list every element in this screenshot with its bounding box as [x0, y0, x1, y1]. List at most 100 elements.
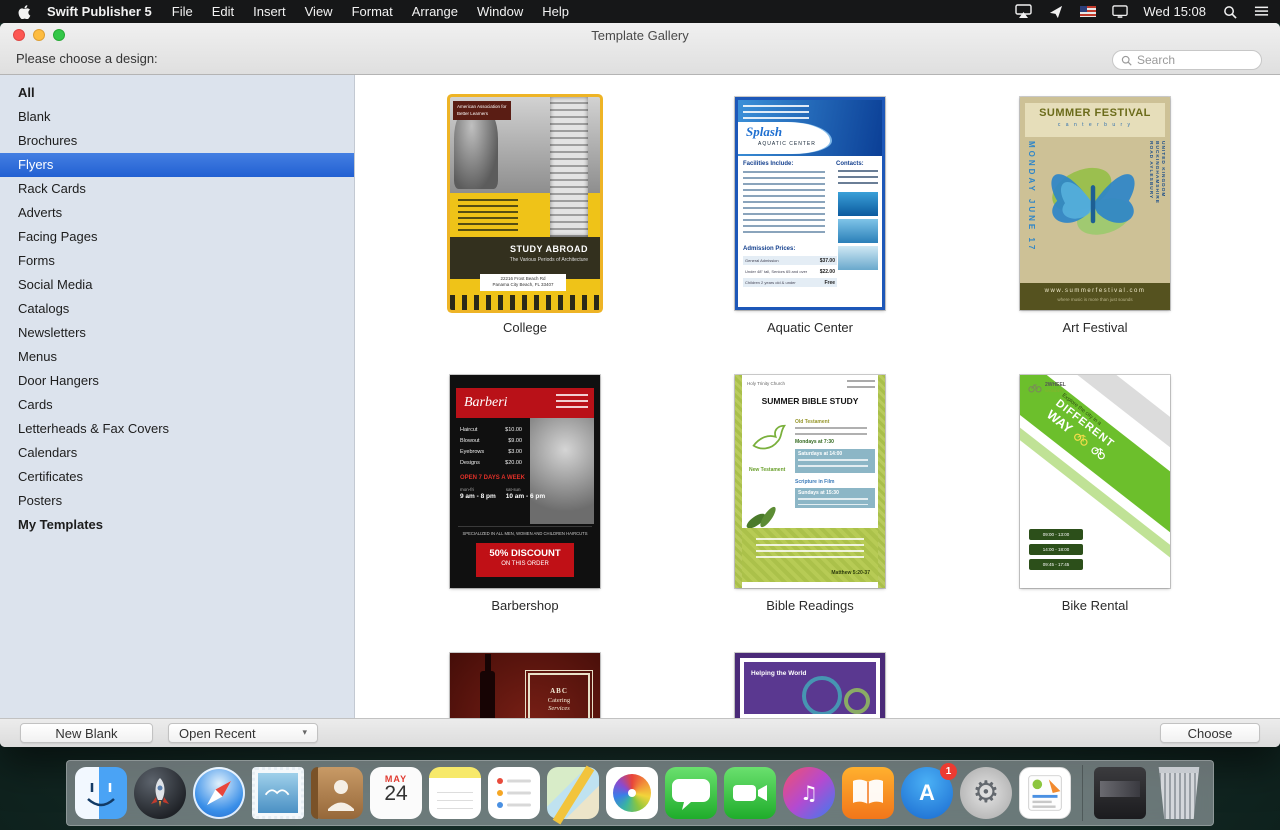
- choose-button[interactable]: Choose: [1160, 723, 1260, 743]
- dock-swift-publisher-icon[interactable]: [1019, 767, 1071, 819]
- aquatic-subtitle: AQUATIC CENTER: [758, 141, 830, 147]
- sidebar-item-menus[interactable]: Menus: [0, 345, 354, 369]
- admission-heading: Admission Prices:: [743, 246, 795, 252]
- menu-window[interactable]: Window: [477, 4, 523, 19]
- notification-badge: 1: [940, 763, 957, 780]
- menu-format[interactable]: Format: [352, 4, 393, 19]
- template-bike-rental[interactable]: Explore the city in a DIFFERENT WAY 2WHE…: [1020, 375, 1170, 613]
- art-location-vertical: ROAD AYLESBURY BUCKINGHAMSHIRE UNITED KI…: [1148, 141, 1165, 204]
- menu-file[interactable]: File: [172, 4, 193, 19]
- bike-thumbnail[interactable]: Explore the city in a DIFFERENT WAY 2WHE…: [1020, 375, 1170, 588]
- dock-maps-icon[interactable]: [547, 767, 599, 819]
- aquatic-thumbnail[interactable]: Splash AQUATIC CENTER Contacts: Faciliti…: [735, 97, 885, 310]
- sidebar-item-all[interactable]: All: [0, 81, 354, 105]
- template-bible-readings[interactable]: Holy Trinity Church SUMMER BIBLE STUDY O…: [735, 375, 885, 613]
- bike-logo: 2WHEEL WONDER: [1028, 382, 1066, 393]
- template-art-festival[interactable]: SUMMER FESTIVAL c a n t e r b u r y MOND…: [1020, 97, 1170, 335]
- notification-center-icon[interactable]: [1253, 4, 1270, 19]
- dock-calendar-icon[interactable]: MAY 24: [370, 767, 422, 819]
- helping-header: Helping the World: [744, 662, 876, 714]
- sidebar-item-rack-cards[interactable]: Rack Cards: [0, 177, 354, 201]
- menu-clock[interactable]: Wed 15:08: [1143, 4, 1206, 19]
- dock-system-preferences-icon[interactable]: ⚙: [960, 767, 1012, 819]
- sidebar-item-adverts[interactable]: Adverts: [0, 201, 354, 225]
- sidebar-item-my-templates[interactable]: My Templates: [0, 513, 354, 537]
- search-field[interactable]: [1112, 50, 1262, 70]
- facilities-text-lines: [743, 171, 825, 237]
- displays-icon[interactable]: [1111, 4, 1128, 19]
- sidebar-item-forms[interactable]: Forms: [0, 249, 354, 273]
- apple-menu-icon[interactable]: [18, 4, 33, 19]
- app-menu-title[interactable]: Swift Publisher 5: [47, 4, 152, 19]
- minimize-window-button[interactable]: [33, 29, 45, 41]
- menu-view[interactable]: View: [305, 4, 333, 19]
- sidebar-item-facing-pages[interactable]: Facing Pages: [0, 225, 354, 249]
- dock-finder-icon[interactable]: [75, 767, 127, 819]
- barber-brand: Barberi: [456, 388, 556, 418]
- bible-thumbnail[interactable]: Holy Trinity Church SUMMER BIBLE STUDY O…: [735, 375, 885, 588]
- sidebar-item-newsletters[interactable]: Newsletters: [0, 321, 354, 345]
- dock-postage-stamp-app-icon[interactable]: [252, 767, 304, 819]
- dock-messages-icon[interactable]: [665, 767, 717, 819]
- dock-reminders-icon[interactable]: [488, 767, 540, 819]
- sunday-box: Sundays at 15:30: [795, 488, 875, 508]
- sidebar-item-social-media[interactable]: Social Media: [0, 273, 354, 297]
- sidebar-item-certificates[interactable]: Certificates: [0, 465, 354, 489]
- menu-edit[interactable]: Edit: [212, 4, 234, 19]
- barber-tagline: SPECIALIZED IN ALL MEN, WOMEN AND CHILDR…: [453, 531, 597, 536]
- helping-thumbnail[interactable]: Helping the World: [735, 653, 885, 718]
- sidebar-item-calendars[interactable]: Calendars: [0, 441, 354, 465]
- template-catering[interactable]: ABC Catering Services: [450, 653, 600, 718]
- location-arrow-icon[interactable]: [1047, 4, 1064, 19]
- waterslide-photo: [838, 246, 878, 270]
- helping-title: Helping the World: [751, 670, 807, 677]
- menu-help[interactable]: Help: [542, 4, 569, 19]
- close-window-button[interactable]: [13, 29, 25, 41]
- search-input[interactable]: [1137, 53, 1253, 67]
- facilities-heading: Facilities Include:: [743, 161, 793, 167]
- airplay-icon[interactable]: [1015, 4, 1032, 19]
- barber-open-line: OPEN 7 DAYS A WEEK: [460, 475, 525, 481]
- keyboard-flag-icon[interactable]: [1079, 4, 1096, 19]
- template-college[interactable]: American Association for Better Learners…: [450, 97, 600, 335]
- template-helping-world[interactable]: Helping the World: [735, 653, 885, 718]
- sidebar-item-blank[interactable]: Blank: [0, 105, 354, 129]
- dock-ibooks-icon[interactable]: [842, 767, 894, 819]
- sidebar-item-brochures[interactable]: Brochures: [0, 129, 354, 153]
- dock-photos-icon[interactable]: [606, 767, 658, 819]
- barbershop-thumbnail[interactable]: Barberi Haircut$10.00 Blowout$9.00 Eyebr…: [450, 375, 600, 588]
- chevron-down-icon: ▾: [302, 728, 307, 738]
- sidebar-item-flyers[interactable]: Flyers: [0, 153, 354, 177]
- dock-trash-icon[interactable]: [1156, 767, 1202, 819]
- spotlight-icon[interactable]: [1221, 4, 1238, 19]
- sidebar-item-cards[interactable]: Cards: [0, 393, 354, 417]
- template-gallery-window: Template Gallery Please choose a design:…: [0, 23, 1280, 747]
- sidebar-item-letterheads[interactable]: Letterheads & Fax Covers: [0, 417, 354, 441]
- dock-launchpad-icon[interactable]: [134, 767, 186, 819]
- green-edge: [878, 375, 885, 588]
- sidebar-item-posters[interactable]: Posters: [0, 489, 354, 513]
- dock-app-store-icon[interactable]: A 1: [901, 767, 953, 819]
- catering-thumbnail[interactable]: ABC Catering Services: [450, 653, 600, 718]
- college-thumbnail[interactable]: American Association for Better Learners…: [450, 97, 600, 310]
- college-title: STUDY ABROAD: [450, 244, 588, 254]
- sidebar-item-catalogs[interactable]: Catalogs: [0, 297, 354, 321]
- box-text-lines: [798, 459, 868, 469]
- dock-contacts-icon[interactable]: [311, 767, 363, 819]
- sidebar-item-door-hangers[interactable]: Door Hangers: [0, 369, 354, 393]
- menu-arrange[interactable]: Arrange: [412, 4, 458, 19]
- art-festival-thumbnail[interactable]: SUMMER FESTIVAL c a n t e r b u r y MOND…: [1020, 97, 1170, 310]
- zoom-window-button[interactable]: [53, 29, 65, 41]
- template-aquatic-center[interactable]: Splash AQUATIC CENTER Contacts: Faciliti…: [735, 97, 885, 335]
- dock-safari-icon[interactable]: [193, 767, 245, 819]
- dock-facetime-icon[interactable]: [724, 767, 776, 819]
- dock-minimized-window-thumbnail[interactable]: [1094, 767, 1146, 819]
- dock-notes-icon[interactable]: [429, 767, 481, 819]
- dock-itunes-icon[interactable]: ♫: [783, 767, 835, 819]
- open-recent-dropdown[interactable]: Open Recent ▾: [168, 723, 318, 743]
- price-row: General Admission$37.00: [743, 256, 837, 265]
- menu-insert[interactable]: Insert: [253, 4, 286, 19]
- template-barbershop[interactable]: Barberi Haircut$10.00 Blowout$9.00 Eyebr…: [450, 375, 600, 613]
- new-blank-button[interactable]: New Blank: [20, 723, 153, 743]
- title-bar[interactable]: Template Gallery: [0, 23, 1280, 47]
